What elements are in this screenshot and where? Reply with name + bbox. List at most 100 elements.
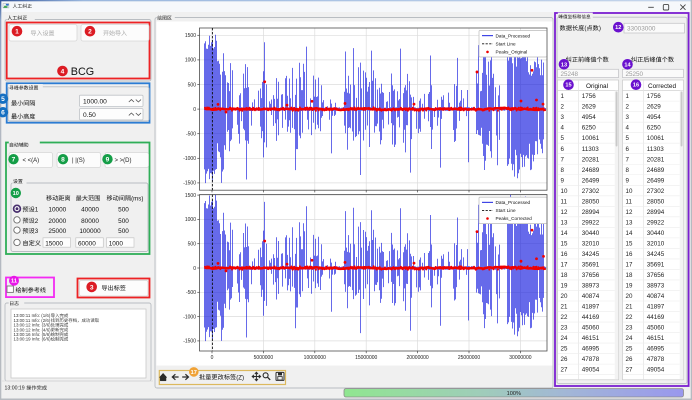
svg-text:29922: 29922 [582,219,600,226]
svg-text:2: 2 [626,104,630,111]
svg-text:12: 12 [615,25,621,31]
svg-text:500: 500 [118,228,129,235]
svg-text:10000000: 10000000 [304,355,326,361]
svg-text:BCG: BCG [71,66,94,78]
svg-text:14: 14 [626,230,633,237]
svg-text:14: 14 [624,62,631,68]
svg-text:17: 17 [191,370,197,376]
svg-text:2629: 2629 [582,104,597,111]
svg-text:16: 16 [626,251,633,258]
svg-text:46995: 46995 [582,346,600,353]
svg-text:Peaks_Corrected: Peaks_Corrected [496,216,533,221]
svg-text:25: 25 [561,346,568,353]
svg-text:): ) [599,25,601,32]
svg-text:20000000: 20000000 [406,355,428,361]
svg-text:27302: 27302 [582,188,600,195]
svg-text:17: 17 [626,262,633,269]
svg-text:20: 20 [626,293,633,300]
svg-text:24689: 24689 [647,167,665,174]
svg-text:100000: 100000 [79,228,101,235]
svg-text:7: 7 [626,156,630,163]
svg-text:17: 17 [561,262,568,269]
svg-text:38973: 38973 [647,283,665,290]
svg-text:13: 13 [626,219,633,226]
svg-text:1: 1 [561,93,565,100]
svg-text:4: 4 [561,125,565,132]
svg-text:14: 14 [561,230,568,237]
svg-text:47878: 47878 [647,356,665,363]
svg-text:34245: 34245 [647,251,665,258]
svg-text:3: 3 [35,228,39,235]
svg-text:0: 0 [193,107,196,113]
svg-text:0: 0 [211,355,214,361]
svg-text:44169: 44169 [647,314,665,321]
svg-text:15: 15 [565,83,571,89]
svg-text:25000000: 25000000 [458,355,480,361]
svg-text:10061: 10061 [647,135,665,142]
svg-text:46151: 46151 [582,335,600,342]
svg-text:1: 1 [35,207,39,214]
svg-text:13: 13 [561,62,567,68]
svg-text:25248: 25248 [561,71,579,78]
svg-text:500: 500 [118,218,129,225]
svg-text:8: 8 [626,167,630,174]
svg-text:19: 19 [561,283,568,290]
svg-text:27: 27 [561,367,568,374]
svg-text:32010: 32010 [582,240,600,247]
svg-text:-1500: -1500 [183,181,196,187]
svg-text:24689: 24689 [582,167,600,174]
svg-text:13: 13 [561,219,568,226]
svg-text:26: 26 [561,356,568,363]
svg-text:1: 1 [626,93,630,100]
svg-text:29922: 29922 [647,219,665,226]
svg-text:26: 26 [626,356,633,363]
svg-text:1000: 1000 [185,217,196,223]
svg-text:38973: 38973 [582,283,600,290]
svg-text:15: 15 [561,240,568,247]
svg-text:18: 18 [561,272,568,279]
svg-text:Peaks_Original: Peaks_Original [496,50,528,55]
svg-text:23: 23 [561,325,568,332]
svg-text:-500: -500 [186,132,196,138]
svg-text:37656: 37656 [582,272,600,279]
svg-text:5: 5 [561,135,565,142]
svg-text:(Z): (Z) [236,374,244,381]
svg-text:6250: 6250 [647,125,662,132]
svg-text:7: 7 [12,157,16,164]
svg-text:11303: 11303 [647,146,665,153]
svg-text:15: 15 [626,240,633,247]
svg-text:Start Line: Start Line [496,42,516,47]
svg-text:6: 6 [626,146,630,153]
svg-text:-1000: -1000 [183,314,196,320]
svg-text:1756: 1756 [582,93,597,100]
svg-text:3: 3 [90,284,94,291]
svg-text:27302: 27302 [647,188,665,195]
svg-text:2: 2 [35,218,39,225]
svg-text:28050: 28050 [647,198,665,205]
svg-text:30440: 30440 [647,230,665,237]
svg-text:22: 22 [561,314,568,321]
svg-text:45060: 45060 [647,325,665,332]
svg-text:47878: 47878 [582,356,600,363]
svg-text:4: 4 [61,68,65,75]
svg-text:28994: 28994 [582,209,600,216]
svg-text:41897: 41897 [647,304,665,311]
svg-text:22: 22 [626,314,633,321]
svg-text:21: 21 [626,304,633,311]
svg-text:10: 10 [626,188,633,195]
svg-text:6250: 6250 [582,125,597,132]
svg-text:6: 6 [561,146,565,153]
svg-text:25000: 25000 [48,228,66,235]
svg-text:16: 16 [633,83,639,89]
svg-text:1000: 1000 [185,58,196,64]
svg-text:20000: 20000 [48,218,66,225]
svg-text:25250: 25250 [626,71,644,78]
svg-text:-500: -500 [186,290,196,296]
svg-text:Data_Processed: Data_Processed [496,200,531,205]
svg-text:9: 9 [626,177,630,184]
svg-text:21: 21 [561,304,568,311]
svg-text:41897: 41897 [582,304,600,311]
svg-text:5: 5 [626,135,630,142]
svg-text:27: 27 [626,367,633,374]
svg-text:0: 0 [193,266,196,272]
